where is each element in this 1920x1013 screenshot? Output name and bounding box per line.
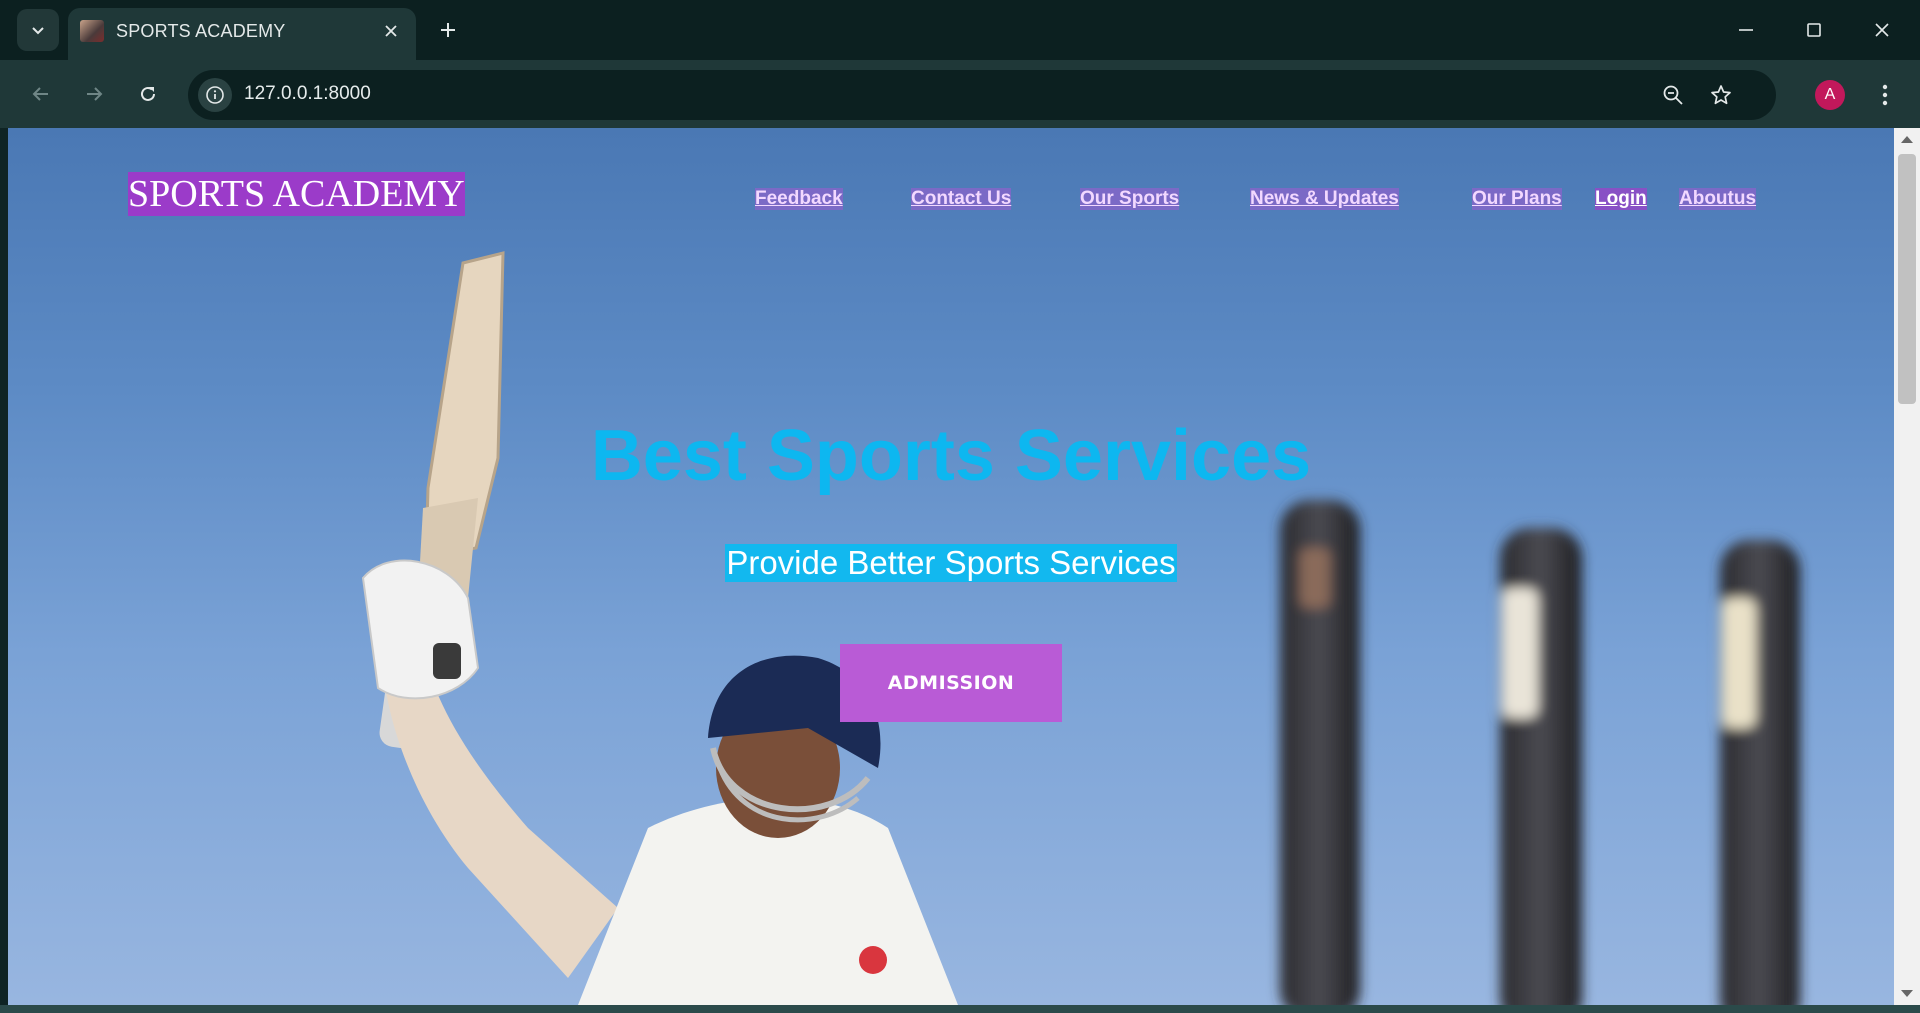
maximize-icon bbox=[1807, 23, 1821, 37]
reload-icon bbox=[141, 86, 155, 101]
zoom-button[interactable] bbox=[1656, 78, 1690, 112]
scroll-down-arrow-icon[interactable] bbox=[1901, 990, 1913, 997]
page-viewport: SPORTS ACADEMY Feedback Contact Us Our S… bbox=[8, 128, 1894, 1005]
page-scrollbar[interactable] bbox=[1894, 128, 1920, 1005]
minimize-icon bbox=[1739, 29, 1753, 31]
forward-button[interactable] bbox=[74, 74, 114, 114]
plus-icon bbox=[441, 23, 455, 37]
address-bar[interactable]: 127.0.0.1:8000 bbox=[188, 70, 1776, 120]
tab-title: SPORTS ACADEMY bbox=[116, 21, 286, 41]
admission-button[interactable]: ADMISSION bbox=[840, 644, 1062, 722]
nav-link-contact-us[interactable]: Contact Us bbox=[911, 188, 1012, 210]
site-info-button[interactable] bbox=[198, 78, 232, 112]
more-vertical-icon bbox=[1882, 84, 1888, 106]
nav-link-news-updates[interactable]: News & Updates bbox=[1250, 188, 1399, 210]
close-icon bbox=[385, 25, 397, 37]
info-icon bbox=[206, 86, 224, 104]
profile-avatar[interactable]: A bbox=[1815, 80, 1845, 110]
scrollbar-thumb[interactable] bbox=[1898, 154, 1916, 404]
maximize-button[interactable] bbox=[1790, 8, 1838, 52]
hero-subheadline: Provide Better Sports Services bbox=[725, 544, 1177, 582]
window-bottom-edge bbox=[0, 1005, 1920, 1013]
new-tab-button[interactable] bbox=[430, 12, 466, 48]
browser-menu-button[interactable] bbox=[1870, 76, 1900, 114]
nav-link-feedback[interactable]: Feedback bbox=[755, 188, 843, 210]
hero-subheadline-wrapper: Provide Better Sports Services bbox=[8, 544, 1894, 582]
site-logo[interactable]: SPORTS ACADEMY bbox=[128, 172, 465, 216]
close-window-button[interactable] bbox=[1858, 8, 1906, 52]
arrow-right-icon bbox=[87, 87, 103, 101]
close-icon bbox=[1875, 23, 1889, 37]
tab-search-button[interactable] bbox=[17, 9, 59, 51]
zoom-out-icon bbox=[1663, 85, 1683, 105]
minimize-button[interactable] bbox=[1722, 8, 1770, 52]
reload-button[interactable] bbox=[128, 74, 168, 114]
url-text[interactable]: 127.0.0.1:8000 bbox=[244, 83, 371, 105]
browser-tab-strip: SPORTS ACADEMY bbox=[0, 0, 1920, 60]
nav-link-aboutus[interactable]: Aboutus bbox=[1679, 188, 1757, 210]
back-button[interactable] bbox=[21, 74, 61, 114]
hero-headline: Best Sports Services bbox=[590, 416, 1312, 496]
star-icon bbox=[1711, 85, 1731, 105]
nav-link-our-sports[interactable]: Our Sports bbox=[1080, 188, 1180, 210]
scroll-up-arrow-icon[interactable] bbox=[1901, 136, 1913, 143]
browser-toolbar: 127.0.0.1:8000 A bbox=[0, 60, 1920, 128]
tab-close-button[interactable] bbox=[378, 18, 404, 44]
nav-link-login[interactable]: Login bbox=[1595, 188, 1647, 210]
browser-tab-active[interactable]: SPORTS ACADEMY bbox=[68, 8, 416, 60]
nav-link-our-plans[interactable]: Our Plans bbox=[1472, 188, 1562, 210]
arrow-left-icon bbox=[32, 87, 48, 101]
bookmark-button[interactable] bbox=[1704, 78, 1738, 112]
chevron-down-icon bbox=[32, 27, 44, 35]
site-favicon-icon bbox=[80, 20, 104, 42]
